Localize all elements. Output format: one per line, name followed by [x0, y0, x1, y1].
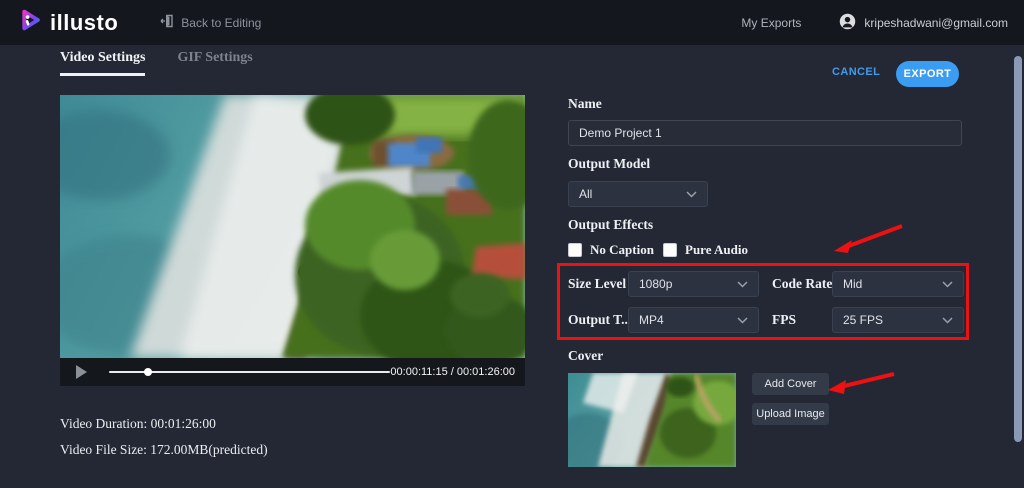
- logo-wordmark: illusto: [50, 10, 118, 36]
- output-type-select[interactable]: MP4: [628, 307, 759, 333]
- no-caption-option: No Caption: [568, 242, 654, 258]
- code-rate-label: Code Rate: [772, 276, 832, 292]
- chevron-down-icon: [737, 281, 748, 288]
- user-email: kripeshadwani@gmail.com: [864, 16, 1008, 30]
- fps-value: 25 FPS: [843, 313, 883, 327]
- fps-select[interactable]: 25 FPS: [832, 307, 964, 333]
- cover-thumbnail[interactable]: [568, 373, 736, 467]
- chevron-down-icon: [942, 281, 953, 288]
- annotation-arrow-quality: [830, 218, 908, 256]
- video-preview-frame: [60, 95, 525, 358]
- back-to-editing-label: Back to Editing: [181, 16, 261, 30]
- upload-image-button[interactable]: Upload Image: [752, 403, 829, 425]
- name-label: Name: [568, 96, 602, 112]
- avatar-icon: [839, 13, 856, 33]
- size-level-value: 1080p: [639, 277, 672, 291]
- code-rate-select[interactable]: Mid: [832, 271, 964, 297]
- app-logo[interactable]: illusto: [16, 6, 118, 39]
- video-file-size-text: Video File Size: 172.00MB(predicted): [60, 442, 268, 458]
- output-model-value: All: [579, 187, 592, 201]
- output-model-select[interactable]: All: [568, 181, 708, 207]
- tab-gif-settings[interactable]: GIF Settings: [177, 50, 252, 76]
- code-rate-value: Mid: [843, 277, 862, 291]
- no-caption-checkbox[interactable]: [568, 243, 582, 257]
- pure-audio-label: Pure Audio: [685, 242, 748, 258]
- logo-icon: [16, 6, 44, 39]
- annotation-arrow-add-cover: [826, 366, 900, 396]
- time-display: 00:00:11:15 / 00:01:26:00: [390, 366, 515, 378]
- vertical-scrollbar[interactable]: [1014, 56, 1022, 442]
- progress-bar[interactable]: [109, 371, 390, 373]
- output-type-label: Output T...: [568, 312, 631, 328]
- chevron-down-icon: [942, 317, 953, 324]
- export-button[interactable]: EXPORT: [896, 61, 959, 87]
- chevron-down-icon: [737, 317, 748, 324]
- progress-handle[interactable]: [144, 368, 152, 376]
- play-icon[interactable]: [76, 365, 87, 379]
- tab-video-settings[interactable]: Video Settings: [60, 50, 145, 76]
- exit-door-icon: [160, 14, 174, 31]
- output-type-value: MP4: [639, 313, 664, 327]
- account-menu[interactable]: kripeshadwani@gmail.com: [839, 13, 1008, 33]
- settings-tabs: Video Settings GIF Settings: [60, 50, 253, 76]
- my-exports-link[interactable]: My Exports: [741, 16, 801, 30]
- chevron-down-icon: [686, 191, 697, 198]
- topbar: illusto Back to Editing My Exports kripe…: [0, 0, 1024, 45]
- no-caption-label: No Caption: [590, 242, 654, 258]
- video-preview-panel: 00:00:11:15 / 00:01:26:00: [60, 95, 525, 386]
- cancel-button[interactable]: CANCEL: [832, 66, 880, 78]
- pure-audio-option: Pure Audio: [663, 242, 748, 258]
- name-input[interactable]: [568, 120, 962, 146]
- cover-label: Cover: [568, 348, 603, 364]
- video-duration-text: Video Duration: 00:01:26:00: [60, 416, 216, 432]
- size-level-select[interactable]: 1080p: [628, 271, 759, 297]
- output-effects-label: Output Effects: [568, 217, 653, 233]
- fps-label: FPS: [772, 312, 796, 328]
- pure-audio-checkbox[interactable]: [663, 243, 677, 257]
- player-controls: 00:00:11:15 / 00:01:26:00: [60, 358, 525, 386]
- output-model-label: Output Model: [568, 156, 650, 172]
- back-to-editing-button[interactable]: Back to Editing: [160, 14, 261, 31]
- size-level-label: Size Level: [568, 276, 626, 292]
- add-cover-button[interactable]: Add Cover: [752, 373, 829, 395]
